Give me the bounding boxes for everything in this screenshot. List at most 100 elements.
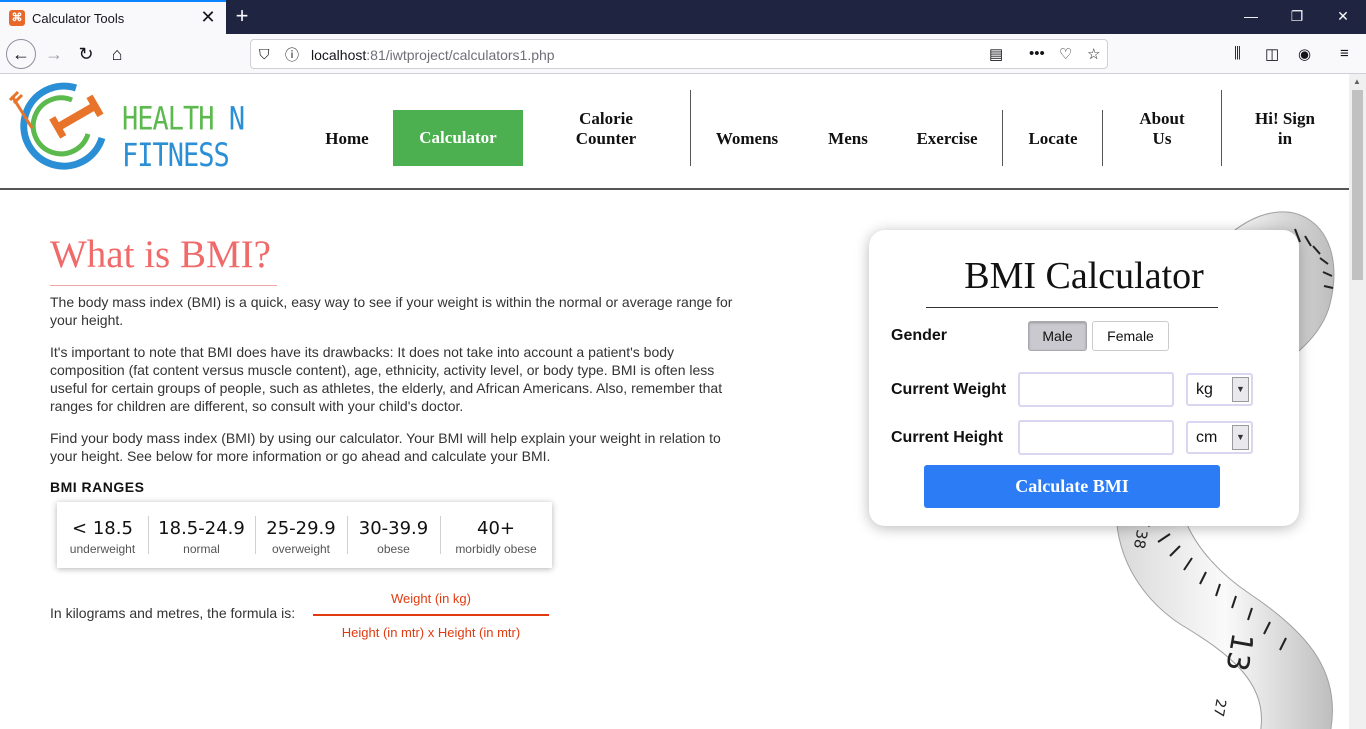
male-button[interactable]: Male (1028, 321, 1087, 351)
back-arrow-icon[interactable]: ← (6, 39, 36, 69)
range-label: normal (183, 542, 220, 556)
logo-text: HEALTH N FITNESS (122, 101, 296, 174)
formula-lead-text: In kilograms and metres, the formula is: (50, 605, 296, 621)
sidebar-icon[interactable]: ◫ (1265, 45, 1279, 63)
account-icon[interactable]: ◉ (1298, 45, 1311, 63)
chevron-down-icon[interactable]: ▼ (1232, 425, 1249, 450)
calculator-title: BMI Calculator (964, 255, 1204, 297)
reload-icon[interactable]: ↻ (72, 40, 100, 68)
bmi-calculator-card: BMI Calculator Gender Male Female Curren… (869, 230, 1299, 526)
shield-icon[interactable]: ⛉ (259, 46, 270, 63)
nav-signin-line1: Hi! Sign (1255, 109, 1315, 128)
minimize-icon[interactable]: — (1228, 4, 1274, 28)
tab-title: Calculator Tools (32, 11, 125, 26)
home-icon[interactable]: ⌂ (103, 40, 131, 68)
more-actions-icon[interactable]: ••• (1029, 45, 1045, 62)
nav-divider (1002, 110, 1003, 166)
nav-about-us[interactable]: About Us (1127, 109, 1197, 149)
weight-unit-value: kg (1196, 381, 1213, 398)
browser-navbar: ← → ↻ ⌂ ⛉ ⓘ localhost:81/iwtproject/calc… (0, 34, 1366, 74)
logo-word-n: N (228, 101, 245, 138)
calculator-title-rule (926, 307, 1218, 308)
nav-calorie-line1: Calorie (579, 109, 633, 128)
nav-exercise[interactable]: Exercise (905, 129, 989, 149)
page: 38 13 27 HEALTH N FITNESS Home Calculato… (0, 74, 1349, 729)
range-item: 18.5-24.9 normal (148, 502, 255, 568)
weight-label: Current Weight (891, 381, 1007, 398)
nav-divider (690, 90, 691, 166)
logo-emblem-icon (8, 82, 106, 170)
calculate-bmi-button[interactable]: Calculate BMI (924, 465, 1220, 508)
nav-divider (1102, 110, 1103, 166)
browser-titlebar: ⌘ Calculator Tools ✕ + — ❐ ✕ (0, 0, 1366, 34)
formula-denominator: Height (in mtr) x Height (in mtr) (341, 625, 521, 640)
nav-home[interactable]: Home (315, 129, 379, 149)
nav-mens[interactable]: Mens (818, 129, 878, 149)
formula-numerator: Weight (in kg) (391, 591, 471, 606)
height-input[interactable] (1018, 420, 1174, 455)
height-label: Current Height (891, 429, 1003, 446)
range-item: 25-29.9 overweight (255, 502, 347, 568)
nav-about-line2: Us (1152, 129, 1172, 148)
range-label: morbidly obese (455, 542, 537, 556)
range-label: obese (377, 542, 410, 556)
weight-input[interactable] (1018, 372, 1174, 407)
xampp-favicon-icon: ⌘ (9, 10, 25, 26)
height-unit-value: cm (1196, 429, 1218, 446)
drawbacks-paragraph: It's important to note that BMI does hav… (50, 344, 723, 414)
tape-number-38: 38 (1130, 528, 1151, 550)
tab-close-icon[interactable]: ✕ (198, 7, 218, 27)
site-header: HEALTH N FITNESS Home Calculator Calorie… (0, 74, 1349, 190)
range-label: underweight (69, 542, 136, 556)
nav-sign-in[interactable]: Hi! Sign in (1245, 109, 1325, 149)
forward-arrow-icon[interactable]: → (40, 40, 68, 68)
nav-calorie-counter[interactable]: Calorie Counter (560, 109, 652, 149)
site-logo[interactable]: HEALTH N FITNESS (6, 78, 296, 174)
nav-signin-line2: in (1277, 129, 1293, 148)
range-label: overweight (271, 542, 331, 556)
range-item: < 18.5 underweight (57, 502, 148, 568)
bmi-ranges-box: < 18.5 underweight 18.5-24.9 normal 25-2… (57, 502, 552, 568)
library-icon[interactable]: ⫼ (1234, 45, 1241, 62)
ranges-heading: BMI RANGES (50, 479, 145, 495)
reader-view-icon[interactable]: ▤ (989, 45, 1003, 63)
bookmark-star-icon[interactable]: ☆ (1087, 45, 1100, 63)
chevron-down-icon[interactable]: ▼ (1232, 377, 1249, 402)
gender-label: Gender (891, 327, 948, 344)
nav-about-line1: About (1139, 109, 1185, 128)
nav-calorie-line2: Counter (575, 129, 637, 148)
hamburger-menu-icon[interactable]: ≡ (1340, 45, 1349, 62)
new-tab-icon[interactable]: + (230, 3, 254, 29)
female-button[interactable]: Female (1092, 321, 1169, 351)
info-icon[interactable]: ⓘ (285, 45, 299, 65)
scroll-up-icon[interactable]: ▲ (1353, 77, 1361, 86)
nav-calculator[interactable]: Calculator (393, 110, 523, 166)
restore-icon[interactable]: ❐ (1274, 4, 1320, 28)
range-value: < 18.5 (72, 518, 133, 539)
nav-divider (1221, 90, 1222, 166)
range-value: 40+ (477, 518, 515, 539)
nav-locate[interactable]: Locate (1018, 129, 1088, 149)
url-port: :81 (366, 47, 386, 63)
logo-word-fitness: FITNESS (122, 137, 230, 175)
url-text[interactable]: localhost:81/iwtproject/calculators1.php (311, 47, 555, 63)
intro-paragraph: The body mass index (BMI) is a quick, ea… (50, 294, 733, 328)
weight-unit-select[interactable]: kg ▼ (1186, 373, 1253, 406)
range-value: 18.5-24.9 (158, 518, 245, 539)
browser-tab[interactable]: ⌘ Calculator Tools ✕ (0, 0, 226, 34)
formula-fraction-bar (313, 614, 549, 616)
window-close-icon[interactable]: ✕ (1320, 4, 1366, 28)
page-scrollbar[interactable]: ▲ (1349, 74, 1366, 729)
url-host: localhost (311, 47, 367, 63)
height-unit-select[interactable]: cm ▼ (1186, 421, 1253, 454)
scroll-thumb[interactable] (1352, 90, 1363, 280)
url-bar[interactable]: ⛉ ⓘ localhost:81/iwtproject/calculators1… (250, 39, 1108, 69)
range-value: 30-39.9 (358, 518, 429, 539)
calculator-paragraph: Find your body mass index (BMI) by using… (50, 430, 721, 464)
tape-number-27: 27 (1210, 698, 1229, 718)
range-value: 25-29.9 (266, 518, 336, 539)
title-underline (50, 285, 277, 286)
range-item: 30-39.9 obese (347, 502, 440, 568)
nav-womens[interactable]: Womens (707, 129, 787, 149)
pocket-icon[interactable]: ♡ (1059, 45, 1072, 63)
